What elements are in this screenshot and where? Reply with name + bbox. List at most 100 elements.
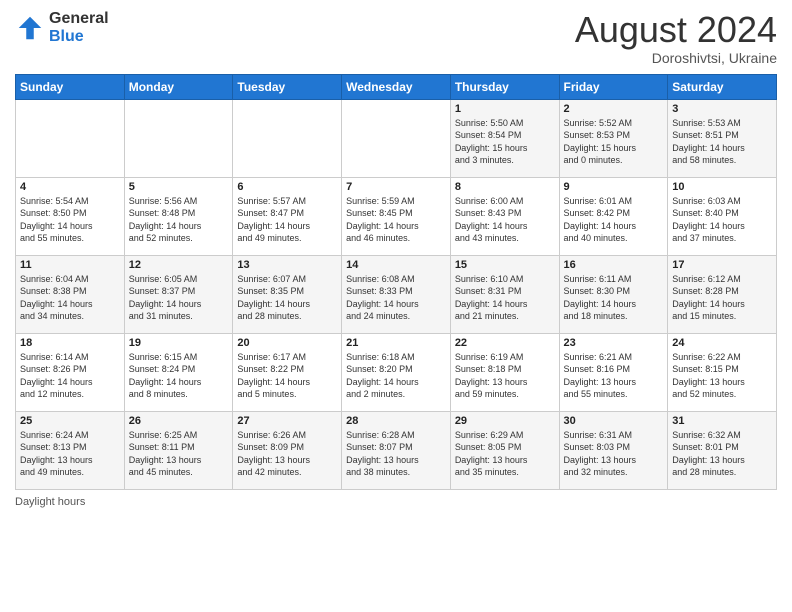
day-number: 10	[672, 181, 772, 193]
day-info: Sunrise: 6:00 AMSunset: 8:43 PMDaylight:…	[455, 195, 555, 245]
calendar-header-tuesday: Tuesday	[233, 74, 342, 99]
calendar-cell: 2 Sunrise: 5:52 AMSunset: 8:53 PMDaylight…	[559, 99, 668, 177]
day-number: 8	[455, 181, 555, 193]
day-number: 29	[455, 415, 555, 427]
day-info: Sunrise: 6:15 AMSunset: 8:24 PMDaylight:…	[129, 351, 229, 401]
calendar-cell: 3 Sunrise: 5:53 AMSunset: 8:51 PMDaylight…	[668, 99, 777, 177]
logo-blue: Blue	[49, 28, 109, 46]
day-info: Sunrise: 6:18 AMSunset: 8:20 PMDaylight:…	[346, 351, 446, 401]
day-number: 16	[564, 259, 664, 271]
day-info: Sunrise: 5:52 AMSunset: 8:53 PMDaylight:…	[564, 117, 664, 167]
day-number: 27	[237, 415, 337, 427]
calendar-cell: 29 Sunrise: 6:29 AMSunset: 8:05 PMDayligh…	[450, 411, 559, 489]
day-number: 26	[129, 415, 229, 427]
day-info: Sunrise: 6:14 AMSunset: 8:26 PMDaylight:…	[20, 351, 120, 401]
day-number: 19	[129, 337, 229, 349]
day-number: 15	[455, 259, 555, 271]
day-info: Sunrise: 6:12 AMSunset: 8:28 PMDaylight:…	[672, 273, 772, 323]
calendar-cell: 9 Sunrise: 6:01 AMSunset: 8:42 PMDaylight…	[559, 177, 668, 255]
calendar-cell: 22Sunrise: 6:19 AMSunset: 8:18 PMDayligh…	[450, 333, 559, 411]
header: General Blue August 2024 Doroshivtsi, Uk…	[15, 10, 777, 66]
calendar-header-thursday: Thursday	[450, 74, 559, 99]
day-info: Sunrise: 6:28 AMSunset: 8:07 PMDaylight:…	[346, 429, 446, 479]
day-info: Sunrise: 6:22 AMSunset: 8:15 PMDaylight:…	[672, 351, 772, 401]
day-number: 2	[564, 103, 664, 115]
day-number: 25	[20, 415, 120, 427]
logo-general: General	[49, 10, 109, 28]
day-info: Sunrise: 5:54 AMSunset: 8:50 PMDaylight:…	[20, 195, 120, 245]
calendar-cell: 10 Sunrise: 6:03 AMSunset: 8:40 PMDayligh…	[668, 177, 777, 255]
day-info: Sunrise: 5:59 AMSunset: 8:45 PMDaylight:…	[346, 195, 446, 245]
calendar-cell: 23 Sunrise: 6:21 AMSunset: 8:16 PMDayligh…	[559, 333, 668, 411]
day-info: Sunrise: 6:10 AMSunset: 8:31 PMDaylight:…	[455, 273, 555, 323]
day-info: Sunrise: 5:57 AMSunset: 8:47 PMDaylight:…	[237, 195, 337, 245]
calendar-cell: 19 Sunrise: 6:15 AMSunset: 8:24 PMDayligh…	[124, 333, 233, 411]
title-block: August 2024 Doroshivtsi, Ukraine	[575, 10, 777, 66]
calendar-cell: 17 Sunrise: 6:12 AMSunset: 8:28 PMDayligh…	[668, 255, 777, 333]
day-number: 3	[672, 103, 772, 115]
day-number: 30	[564, 415, 664, 427]
day-info: Sunrise: 6:21 AMSunset: 8:16 PMDaylight:…	[564, 351, 664, 401]
logo: General Blue	[15, 10, 109, 45]
calendar-cell: 26Sunrise: 6:25 AMSunset: 8:11 PMDayligh…	[124, 411, 233, 489]
calendar-week-0: 1Sunrise: 5:50 AMSunset: 8:54 PMDaylight…	[16, 99, 777, 177]
day-info: Sunrise: 6:05 AMSunset: 8:37 PMDaylight:…	[129, 273, 229, 323]
calendar-cell: 6Sunrise: 5:57 AMSunset: 8:47 PMDaylight…	[233, 177, 342, 255]
calendar-table: SundayMondayTuesdayWednesdayThursdayFrid…	[15, 74, 777, 490]
daylight-label: Daylight hours	[15, 496, 85, 508]
calendar-week-1: 4Sunrise: 5:54 AMSunset: 8:50 PMDaylight…	[16, 177, 777, 255]
day-number: 9	[564, 181, 664, 193]
day-info: Sunrise: 6:03 AMSunset: 8:40 PMDaylight:…	[672, 195, 772, 245]
day-info: Sunrise: 5:50 AMSunset: 8:54 PMDaylight:…	[455, 117, 555, 167]
month-title: August 2024	[575, 10, 777, 50]
calendar-cell: 1Sunrise: 5:50 AMSunset: 8:54 PMDaylight…	[450, 99, 559, 177]
day-info: Sunrise: 6:11 AMSunset: 8:30 PMDaylight:…	[564, 273, 664, 323]
page: General Blue August 2024 Doroshivtsi, Uk…	[0, 0, 792, 612]
day-number: 18	[20, 337, 120, 349]
calendar-week-3: 18 Sunrise: 6:14 AMSunset: 8:26 PMDayligh…	[16, 333, 777, 411]
calendar-cell	[233, 99, 342, 177]
calendar-cell: 15 Sunrise: 6:10 AMSunset: 8:31 PMDayligh…	[450, 255, 559, 333]
day-info: Sunrise: 6:32 AMSunset: 8:01 PMDaylight:…	[672, 429, 772, 479]
day-number: 5	[129, 181, 229, 193]
calendar-cell: 30Sunrise: 6:31 AMSunset: 8:03 PMDayligh…	[559, 411, 668, 489]
day-info: Sunrise: 6:19 AMSunset: 8:18 PMDaylight:…	[455, 351, 555, 401]
calendar-cell: 14Sunrise: 6:08 AMSunset: 8:33 PMDayligh…	[342, 255, 451, 333]
logo-icon	[15, 13, 45, 43]
day-number: 14	[346, 259, 446, 271]
calendar-cell: 18 Sunrise: 6:14 AMSunset: 8:26 PMDayligh…	[16, 333, 125, 411]
day-number: 17	[672, 259, 772, 271]
calendar-cell: 25Sunrise: 6:24 AMSunset: 8:13 PMDayligh…	[16, 411, 125, 489]
calendar-cell: 13 Sunrise: 6:07 AMSunset: 8:35 PMDayligh…	[233, 255, 342, 333]
calendar-cell	[124, 99, 233, 177]
calendar-header-friday: Friday	[559, 74, 668, 99]
day-number: 11	[20, 259, 120, 271]
day-number: 24	[672, 337, 772, 349]
day-info: Sunrise: 6:01 AMSunset: 8:42 PMDaylight:…	[564, 195, 664, 245]
location-subtitle: Doroshivtsi, Ukraine	[575, 50, 777, 66]
day-info: Sunrise: 6:17 AMSunset: 8:22 PMDaylight:…	[237, 351, 337, 401]
day-number: 7	[346, 181, 446, 193]
day-number: 21	[346, 337, 446, 349]
calendar-week-2: 11 Sunrise: 6:04 AMSunset: 8:38 PMDayligh…	[16, 255, 777, 333]
calendar-cell: 21 Sunrise: 6:18 AMSunset: 8:20 PMDayligh…	[342, 333, 451, 411]
calendar-cell: 7 Sunrise: 5:59 AMSunset: 8:45 PMDaylight…	[342, 177, 451, 255]
calendar-header-monday: Monday	[124, 74, 233, 99]
calendar-cell: 27Sunrise: 6:26 AMSunset: 8:09 PMDayligh…	[233, 411, 342, 489]
day-info: Sunrise: 5:56 AMSunset: 8:48 PMDaylight:…	[129, 195, 229, 245]
calendar-cell	[16, 99, 125, 177]
calendar-cell: 31 Sunrise: 6:32 AMSunset: 8:01 PMDayligh…	[668, 411, 777, 489]
calendar-cell: 12Sunrise: 6:05 AMSunset: 8:37 PMDayligh…	[124, 255, 233, 333]
day-info: Sunrise: 5:53 AMSunset: 8:51 PMDaylight:…	[672, 117, 772, 167]
day-number: 28	[346, 415, 446, 427]
footer: Daylight hours	[15, 496, 777, 508]
day-number: 23	[564, 337, 664, 349]
calendar-cell: 8 Sunrise: 6:00 AMSunset: 8:43 PMDaylight…	[450, 177, 559, 255]
day-info: Sunrise: 6:29 AMSunset: 8:05 PMDaylight:…	[455, 429, 555, 479]
day-info: Sunrise: 6:07 AMSunset: 8:35 PMDaylight:…	[237, 273, 337, 323]
calendar-cell: 5 Sunrise: 5:56 AMSunset: 8:48 PMDaylight…	[124, 177, 233, 255]
day-info: Sunrise: 6:04 AMSunset: 8:38 PMDaylight:…	[20, 273, 120, 323]
calendar-cell: 16 Sunrise: 6:11 AMSunset: 8:30 PMDayligh…	[559, 255, 668, 333]
day-number: 13	[237, 259, 337, 271]
day-number: 31	[672, 415, 772, 427]
